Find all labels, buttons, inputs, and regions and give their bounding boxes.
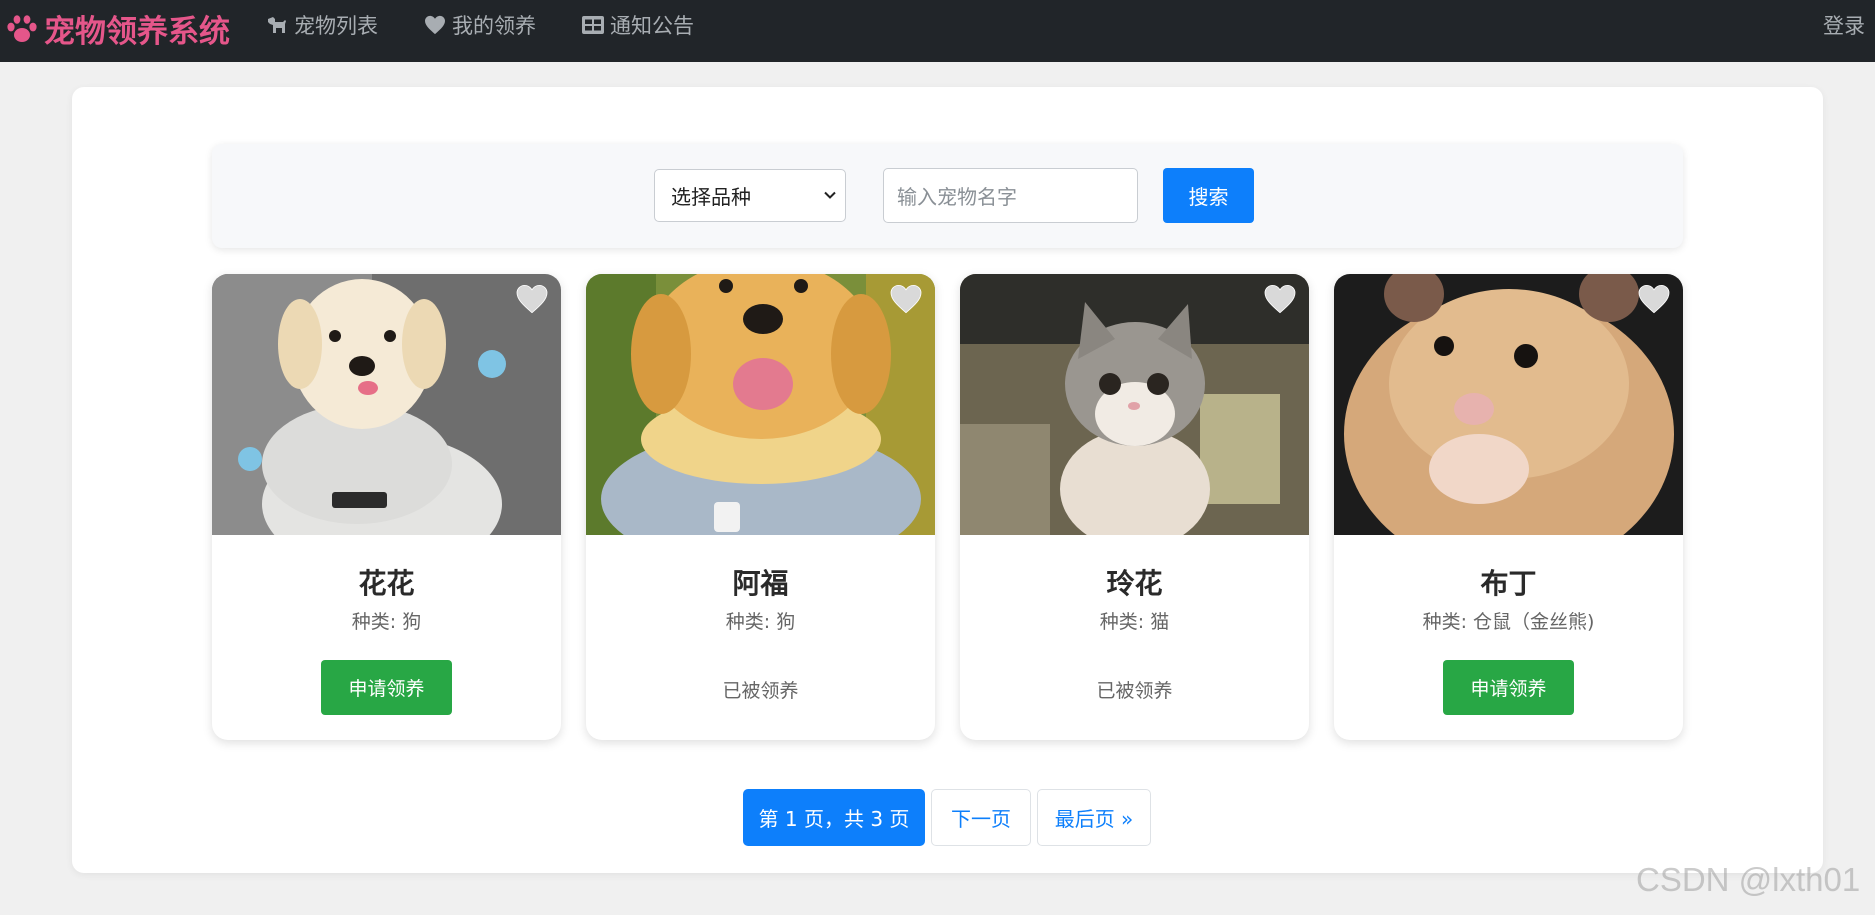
breed-select-value: 选择品种 xyxy=(671,185,751,209)
heart-icon xyxy=(425,15,445,35)
chevron-down-icon xyxy=(824,191,836,199)
heart-icon[interactable] xyxy=(515,284,549,314)
pagination-next[interactable]: 下一页 xyxy=(931,789,1031,846)
pet-card: 玲花 种类: 猫 已被领养 xyxy=(960,274,1309,740)
pet-card: 花花 种类: 狗 申请领养 xyxy=(212,274,561,740)
nav-pet-list[interactable]: 宠物列表 xyxy=(266,10,378,40)
login-link[interactable]: 登录 xyxy=(1823,10,1865,40)
apply-adopt-button[interactable]: 申请领养 xyxy=(1443,660,1574,715)
heart-icon[interactable] xyxy=(1263,284,1297,314)
pet-name: 花花 xyxy=(358,567,415,600)
nav-pet-list-label: 宠物列表 xyxy=(294,14,378,38)
pet-photo-linghua xyxy=(960,274,1309,535)
pet-kind: 种类: 狗 xyxy=(351,611,422,633)
paw-icon xyxy=(7,14,37,42)
nav-notices-label: 通知公告 xyxy=(610,14,694,38)
heart-icon[interactable] xyxy=(889,284,923,314)
nav-my-adoptions-label: 我的领养 xyxy=(452,14,536,38)
brand[interactable]: 宠物领养系统 xyxy=(6,6,230,51)
dog-icon xyxy=(268,17,286,33)
search-input-placeholder: 输入宠物名字 xyxy=(897,185,1017,209)
search-button[interactable]: 搜索 xyxy=(1163,168,1254,223)
table-icon xyxy=(582,16,604,34)
pet-name: 玲花 xyxy=(1106,567,1163,600)
watermark: CSDN @lxth01 xyxy=(1636,861,1861,898)
top-navbar: 宠物领养系统 宠物列表 我的领养 通知公告 登录 xyxy=(0,0,1875,62)
pet-kind: 种类: 猫 xyxy=(1099,611,1170,633)
nav-notices[interactable]: 通知公告 xyxy=(582,10,694,40)
adopted-status: 已被领养 xyxy=(722,680,799,702)
pet-card: 布丁 种类: 仓鼠（金丝熊) 申请领养 xyxy=(1334,274,1683,740)
apply-adopt-button[interactable]: 申请领养 xyxy=(321,660,452,715)
breed-select[interactable]: 选择品种 xyxy=(654,169,846,222)
heart-icon[interactable] xyxy=(1637,284,1671,314)
adopted-status: 已被领养 xyxy=(1096,680,1173,702)
pet-name-search-input[interactable]: 输入宠物名字 xyxy=(883,168,1138,223)
pet-photo-buding xyxy=(1334,274,1683,535)
pet-photo-huahua xyxy=(212,274,561,535)
pet-kind: 种类: 仓鼠（金丝熊) xyxy=(1422,611,1595,633)
pagination-last[interactable]: 最后页 » xyxy=(1037,789,1151,846)
pet-name: 布丁 xyxy=(1480,567,1537,600)
brand-title: 宠物领养系统 xyxy=(44,14,230,50)
pagination-current[interactable]: 第 1 页，共 3 页 xyxy=(743,789,925,846)
pet-kind: 种类: 狗 xyxy=(725,611,796,633)
pet-name: 阿福 xyxy=(732,567,789,600)
pet-card: 阿福 种类: 狗 已被领养 xyxy=(586,274,935,740)
nav-my-adoptions[interactable]: 我的领养 xyxy=(424,10,536,40)
pet-photo-afu xyxy=(586,274,935,535)
